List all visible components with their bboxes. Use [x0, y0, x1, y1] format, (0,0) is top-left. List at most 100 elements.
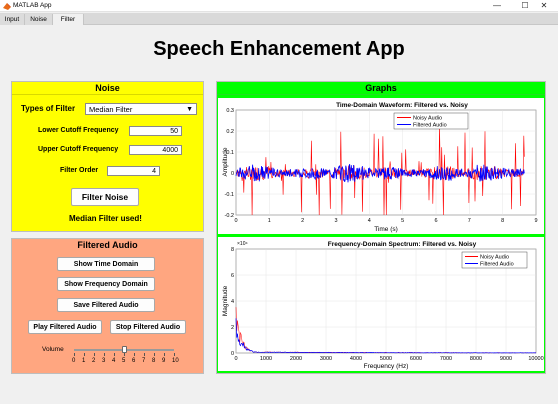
volume-tick-mark — [74, 353, 75, 356]
y-tick-label: 0 — [231, 171, 234, 177]
volume-tick-label: 9 — [162, 358, 166, 364]
x-tick-label: 2000 — [290, 356, 302, 362]
freq-legend-filtered: Filtered Audio — [480, 262, 514, 268]
y-tick-label: 0 — [231, 351, 234, 357]
volume-tick-mark — [114, 353, 115, 356]
y-tick-label: 6 — [231, 273, 234, 279]
y-tick-label: 8 — [231, 247, 234, 253]
x-tick-label: 1 — [268, 218, 271, 224]
x-tick-label: 3000 — [320, 356, 332, 362]
time-legend-filtered: Filtered Audio — [413, 123, 447, 129]
x-tick-label: 2 — [301, 218, 304, 224]
y-tick-label: 4 — [231, 299, 234, 305]
save-filtered-audio-button[interactable]: Save Filtered Audio — [57, 298, 155, 312]
x-tick-label: 1000 — [260, 356, 272, 362]
x-tick-label: 0 — [234, 218, 237, 224]
tab-input[interactable]: Input — [0, 14, 25, 25]
volume-tick-label: 5 — [122, 358, 126, 364]
volume-tick-label: 6 — [132, 358, 136, 364]
noise-panel-title: Noise — [12, 82, 203, 95]
freq-plot-ylabel: Magnitude — [222, 285, 229, 316]
upper-cutoff-field[interactable]: 4000 — [129, 145, 182, 155]
close-button[interactable]: ✕ — [530, 0, 558, 12]
volume-tick-mark — [134, 353, 135, 356]
x-tick-label: 5 — [401, 218, 404, 224]
play-filtered-audio-button[interactable]: Play Filtered Audio — [28, 320, 102, 334]
x-tick-label: 8 — [501, 218, 504, 224]
filter-order-label: Filter Order — [60, 167, 99, 174]
volume-tick-label: 2 — [92, 358, 96, 364]
filtered-audio-title: Filtered Audio — [77, 240, 138, 250]
filter-type-value: Median Filter — [89, 105, 133, 114]
x-tick-label: 9000 — [500, 356, 512, 362]
x-tick-label: 9 — [534, 218, 537, 224]
volume-tick-label: 8 — [152, 358, 156, 364]
lower-cutoff-field[interactable]: 50 — [129, 126, 182, 136]
volume-tick-mark — [124, 353, 125, 356]
x-tick-label: 8000 — [470, 356, 482, 362]
x-tick-label: 7000 — [440, 356, 452, 362]
x-tick-label: 10000 — [528, 356, 543, 362]
volume-tick-mark — [144, 353, 145, 356]
y-tick-label: 0.3 — [226, 108, 234, 114]
filter-noise-button[interactable]: Filter Noise — [71, 188, 139, 206]
time-domain-plot: Time-Domain Waveform: Filtered vs. Noisy… — [218, 98, 544, 234]
volume-tick-mark — [94, 353, 95, 356]
stop-filtered-audio-button[interactable]: Stop Filtered Audio — [110, 320, 186, 334]
volume-tick-label: 3 — [102, 358, 106, 364]
time-plot-xlabel: Time (s) — [374, 226, 398, 233]
x-tick-label: 0 — [234, 356, 237, 362]
volume-tick-mark — [174, 353, 175, 356]
show-time-domain-button[interactable]: Show Time Domain — [57, 257, 155, 271]
show-frequency-domain-button[interactable]: Show Frequency Domain — [57, 277, 155, 291]
volume-tick-label: 10 — [172, 358, 179, 364]
x-tick-label: 5000 — [380, 356, 392, 362]
y-tick-label: -0.2 — [225, 213, 234, 219]
volume-slider-thumb[interactable] — [121, 346, 127, 353]
frequency-domain-plot: Frequency-Domain Spectrum: Filtered vs. … — [218, 237, 544, 371]
app-title: Speech Enhancement App — [153, 38, 405, 60]
filter-status-text: Median Filter used! — [69, 214, 142, 223]
time-plot-legend: Noisy Audio Filtered Audio — [393, 112, 469, 130]
tab-noise[interactable]: Noise — [25, 14, 53, 25]
x-tick-label: 7 — [468, 218, 471, 224]
window-title: MATLAB App — [13, 2, 52, 9]
filter-order-field[interactable]: 4 — [107, 166, 160, 176]
x-tick-label: 4000 — [350, 356, 362, 362]
time-legend-noisy: Noisy Audio — [413, 116, 442, 122]
freq-plot-xlabel: Frequency (Hz) — [364, 363, 409, 370]
tab-filter[interactable]: Filter — [53, 14, 84, 25]
volume-tick-mark — [84, 353, 85, 356]
tab-bar: Input Noise Filter — [0, 13, 558, 25]
x-tick-label: 6000 — [410, 356, 422, 362]
volume-label: Volume — [42, 346, 64, 353]
upper-cutoff-label: Upper Cutoff Frequency — [38, 146, 119, 153]
freq-legend-noisy: Noisy Audio — [480, 255, 509, 261]
filter-type-label: Types of Filter — [21, 104, 76, 113]
freq-plot-legend: Noisy Audio Filtered Audio — [461, 251, 528, 269]
volume-tick-label: 4 — [112, 358, 116, 364]
freq-plot-exponent: ×10⁴ — [237, 241, 248, 247]
x-tick-label: 4 — [368, 218, 371, 224]
volume-tick-mark — [104, 353, 105, 356]
volume-tick-label: 0 — [72, 358, 76, 364]
graphs-panel-title: Graphs — [217, 82, 545, 95]
volume-tick-label: 1 — [82, 358, 86, 364]
y-tick-label: 0.2 — [226, 129, 234, 135]
volume-tick-label: 7 — [142, 358, 146, 364]
filter-type-dropdown[interactable]: Median Filter ▼ — [85, 103, 197, 115]
freq-plot-title: Frequency-Domain Spectrum: Filtered vs. … — [328, 241, 477, 248]
lower-cutoff-label: Lower Cutoff Frequency — [38, 127, 119, 134]
y-tick-label: -0.1 — [225, 192, 234, 198]
minimize-button[interactable]: — — [483, 0, 511, 12]
dropdown-arrow-icon: ▼ — [186, 106, 193, 113]
volume-tick-mark — [164, 353, 165, 356]
window-titlebar: MATLAB App — ☐ ✕ — [0, 0, 558, 12]
x-tick-label: 6 — [434, 218, 437, 224]
volume-tick-mark — [154, 353, 155, 356]
y-tick-label: 2 — [231, 325, 234, 331]
time-plot-title: Time-Domain Waveform: Filtered vs. Noisy — [336, 102, 468, 109]
matlab-logo-icon — [3, 3, 11, 10]
x-tick-label: 3 — [334, 218, 337, 224]
time-plot-ylabel: Amplitude — [222, 147, 229, 176]
